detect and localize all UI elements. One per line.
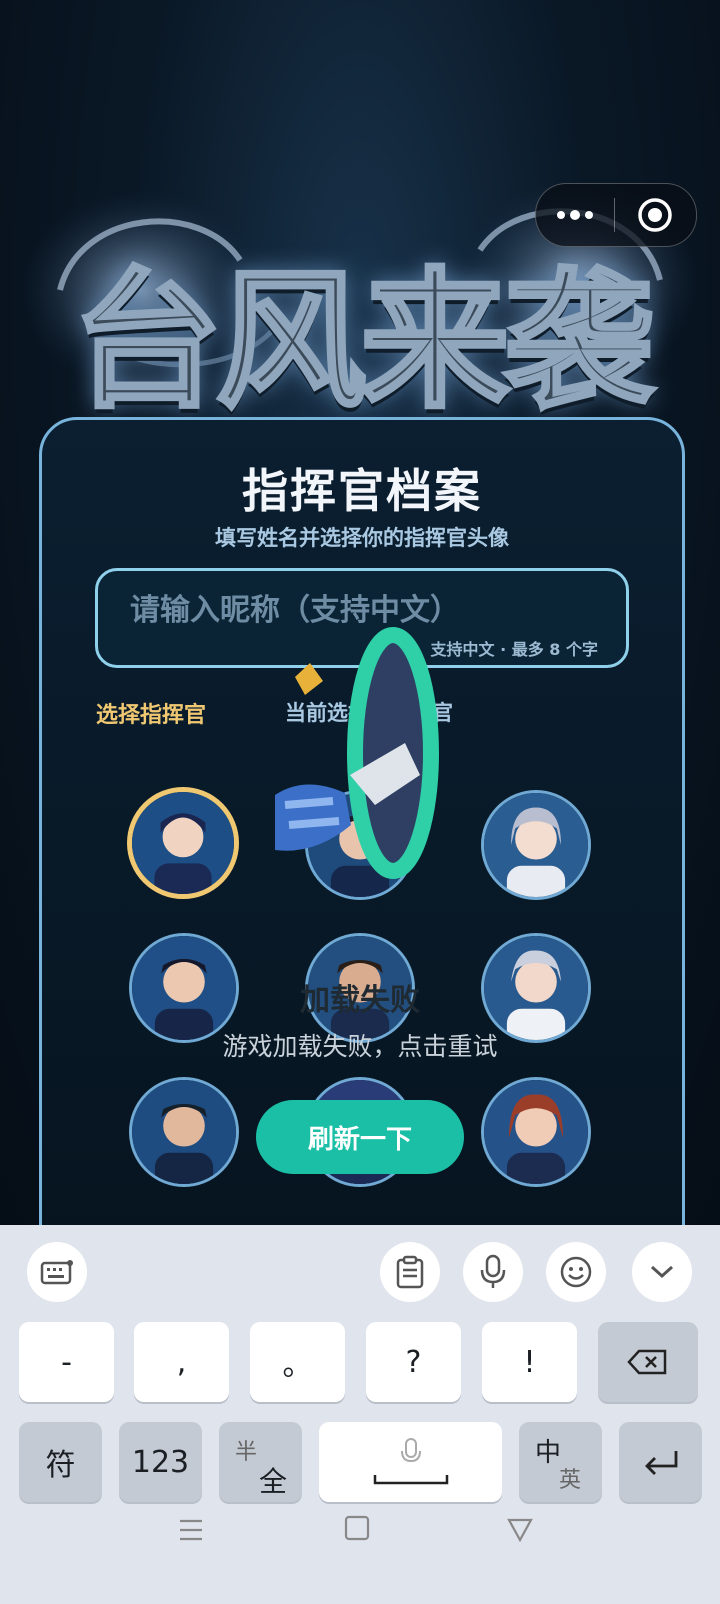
numbers-key[interactable]: 123 [119,1422,202,1502]
close-button[interactable] [615,184,695,246]
emoji-button[interactable] [546,1242,606,1302]
menu-lines-icon [180,1519,202,1541]
back-triangle-icon [507,1518,533,1543]
error-description: 游戏加载失败，点击重试 [222,1032,498,1061]
en-label: 英 [559,1468,582,1493]
commander-avatar-9[interactable] [481,1077,591,1187]
error-title: 加载失败 [300,983,420,1018]
card-subtitle: 填写姓名并选择你的指挥官头像 [215,526,509,550]
clipboard-icon [396,1255,424,1289]
menu-nav-button[interactable] [178,1517,204,1547]
key-exclamation[interactable]: ! [482,1322,577,1402]
enter-key[interactable] [619,1422,702,1502]
commander-portrait [484,1080,588,1184]
backspace-icon [627,1349,667,1375]
card-title: 指挥官档案 [242,464,482,518]
backspace-key[interactable] [598,1322,698,1402]
commander-portrait [132,792,234,894]
home-square-icon [344,1515,370,1541]
keyboard-icon [40,1260,73,1285]
load-failed-illustration [275,627,439,879]
half-label: 半 [235,1440,258,1465]
clipboard-button[interactable] [380,1242,440,1302]
nickname-hint: 支持中文 · 最多 8 个字 [430,640,599,659]
space-mic-icon [373,1438,448,1485]
select-commander-label: 选择指挥官 [96,703,207,728]
emoji-icon [560,1256,592,1288]
game-title-logo: 台风来袭 [70,253,656,431]
full-label: 全 [259,1465,288,1498]
commander-portrait [484,793,588,897]
spark-icon [295,663,323,695]
commander-avatar-7[interactable] [129,1077,239,1187]
target-circle-icon [638,198,672,232]
collapse-chevron-icon [650,1265,674,1279]
commander-avatar-3[interactable] [481,790,591,900]
voice-input-button[interactable] [463,1242,523,1302]
half-full-width-key[interactable]: 半 全 [219,1422,302,1502]
space-key[interactable] [319,1422,502,1502]
symbols-key[interactable]: 符 [19,1422,102,1502]
collapse-keyboard-button[interactable] [632,1242,692,1302]
key-question[interactable]: ? [366,1322,461,1402]
language-switch-key[interactable]: 中 英 [519,1422,602,1502]
back-nav-button[interactable] [507,1517,533,1547]
key-period[interactable]: 。 [250,1322,345,1402]
keyboard-settings-button[interactable] [27,1242,87,1302]
commander-portrait [132,1080,236,1184]
more-button[interactable] [536,184,614,246]
key-hyphen[interactable]: - [19,1322,114,1402]
mini-program-capsule [535,183,697,247]
enter-icon [644,1451,677,1475]
refresh-button[interactable]: 刷新一下 [256,1100,464,1174]
commander-avatar-1[interactable] [127,787,239,899]
zh-label: 中 [535,1438,562,1468]
more-dots-icon [557,210,593,220]
key-comma[interactable]: , [134,1322,229,1402]
microphone-icon [480,1254,506,1288]
soft-keyboard: - , 。 ? ! 符 123 半 全 中 英 [0,1225,720,1604]
home-nav-button[interactable] [344,1515,370,1545]
